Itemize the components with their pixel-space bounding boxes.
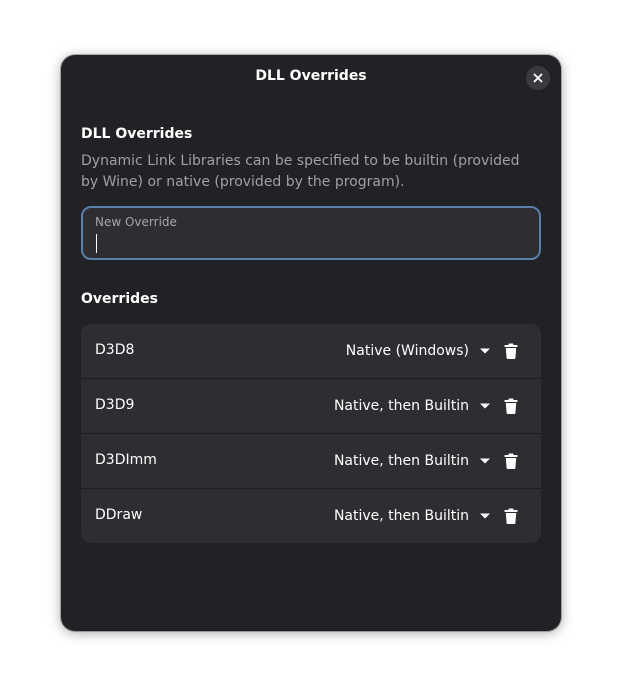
override-mode-value: Native, then Builtin [333,398,469,414]
override-row: DDraw Native, then Builtin [81,489,541,543]
override-row: D3DImm Native, then Builtin [81,434,541,489]
override-mode-value: Native, then Builtin [333,508,469,524]
override-name: D3D8 [95,342,135,358]
override-row: D3D9 Native, then Builtin [81,379,541,434]
overrides-heading: Overrides [81,291,158,307]
dialog-header: DLL Overrides [61,55,561,101]
new-override-label: New Override [95,215,177,229]
intro-heading: DLL Overrides [81,126,193,142]
trash-icon[interactable] [503,398,519,414]
override-mode-value: Native, then Builtin [333,453,469,469]
text-caret [96,234,97,253]
trash-icon[interactable] [503,343,519,359]
override-mode-dropdown[interactable]: Native, then Builtin [334,434,491,488]
chevron-down-icon [480,348,490,354]
override-mode-dropdown[interactable]: Native, then Builtin [334,379,491,433]
override-name: DDraw [95,507,143,523]
new-override-field[interactable]: New Override [81,206,541,260]
close-icon [533,73,543,83]
chevron-down-icon [480,458,490,464]
intro-description: Dynamic Link Libraries can be specified … [81,153,520,190]
new-override-input[interactable] [95,232,525,254]
dialog-title: DLL Overrides [255,68,367,84]
trash-icon[interactable] [503,453,519,469]
override-mode-dropdown[interactable]: Native (Windows) [346,324,491,378]
override-name: D3D9 [95,397,135,413]
override-name: D3DImm [95,452,157,468]
trash-icon[interactable] [503,508,519,524]
override-row: D3D8 Native (Windows) [81,324,541,379]
close-button[interactable] [526,66,550,90]
chevron-down-icon [480,403,490,409]
chevron-down-icon [480,513,490,519]
override-mode-value: Native (Windows) [345,343,469,359]
overrides-list: D3D8 Native (Windows) D3D9 Native, then … [81,324,541,543]
override-mode-dropdown[interactable]: Native, then Builtin [334,489,491,543]
dll-overrides-dialog: DLL Overrides DLL Overrides Dynamic Link… [61,55,561,631]
